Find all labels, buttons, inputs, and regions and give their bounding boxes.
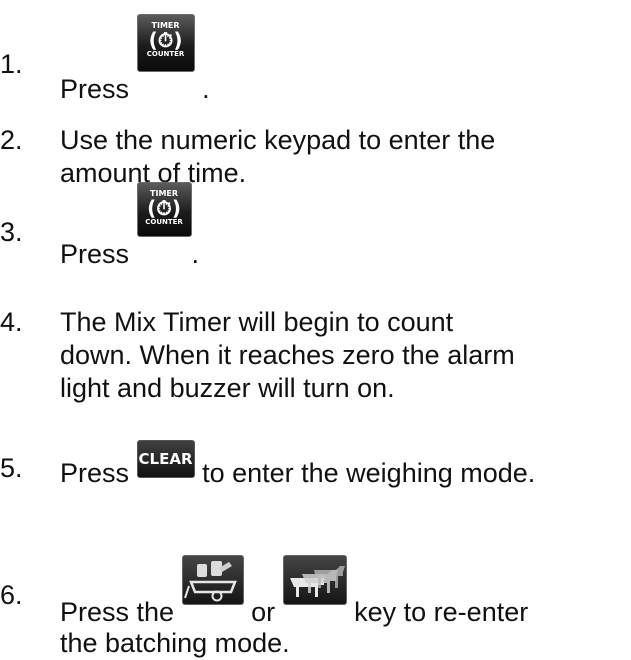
timer-counter-key-icon: TIMER (⏱) COUNTER — [136, 182, 192, 237]
step-text-line: Use the numeric keypad to enter the — [60, 125, 496, 155]
step-text: Press — [60, 458, 130, 488]
step-text-middle: or — [251, 597, 276, 627]
step-number: 2. — [0, 125, 23, 155]
step-text-line: down. When it reaches zero the alarm — [60, 340, 515, 370]
step-number: 3. — [0, 217, 23, 247]
clear-key-icon: CLEAR — [136, 440, 195, 478]
key-label-bottom: COUNTER — [145, 218, 183, 226]
timer-counter-key-icon: TIMER (⏱) COUNTER — [136, 14, 195, 72]
step-text-line: the batching mode. — [60, 628, 290, 658]
step-text-end: to enter the weighing mode. — [202, 458, 536, 488]
stopwatch-icon: (⏱) — [147, 196, 181, 220]
step-text: Press — [60, 74, 130, 104]
step-number: 6. — [0, 580, 23, 610]
step-text-end: . — [202, 74, 210, 104]
step-text-end: . — [191, 239, 200, 269]
cattle-icon — [282, 555, 347, 605]
step-text: Press — [60, 239, 130, 269]
step-number: 4. — [0, 307, 23, 337]
step-text: Press the — [60, 597, 175, 627]
step-number: 1. — [0, 49, 23, 79]
key-label-bottom: COUNTER — [146, 50, 185, 58]
stopwatch-icon: (⏱) — [148, 28, 183, 52]
step-text-end: key to re-enter — [354, 597, 529, 627]
step-text-line: The Mix Timer will begin to count — [60, 307, 454, 337]
step-number: 5. — [0, 453, 23, 483]
ingredient-cart-icon — [181, 555, 244, 605]
step-text-line: light and buzzer will turn on. — [60, 373, 395, 403]
